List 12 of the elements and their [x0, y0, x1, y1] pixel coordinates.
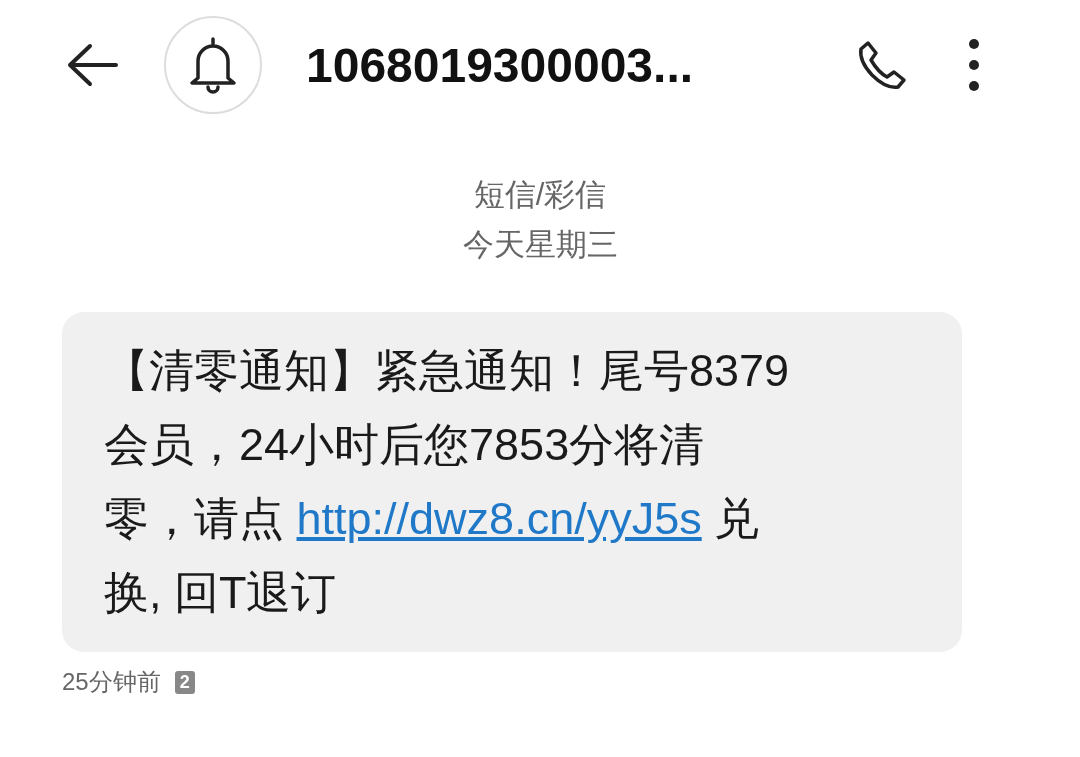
more-icon[interactable] — [968, 38, 980, 92]
message-link[interactable]: http://dwz8.cn/yyJ5s — [296, 493, 702, 544]
bell-icon — [188, 36, 238, 94]
date-label: 今天星期三 — [462, 226, 618, 264]
back-icon[interactable] — [66, 43, 118, 87]
sim-badge: 2 — [174, 670, 195, 694]
notification-button[interactable] — [164, 16, 262, 114]
message-bubble: 【清零通知】紧急通知！尾号8379会员，24小时后您7853分将清零，请点 http://dwz8.cn/yyJ5s 兑换, 回T退订 — [62, 312, 962, 652]
contact-number: 1068019300003... — [306, 37, 695, 93]
channel-label: 短信/彩信 — [473, 176, 607, 214]
timestamp: 25分钟前 — [62, 667, 161, 697]
phone-icon[interactable] — [856, 39, 908, 91]
